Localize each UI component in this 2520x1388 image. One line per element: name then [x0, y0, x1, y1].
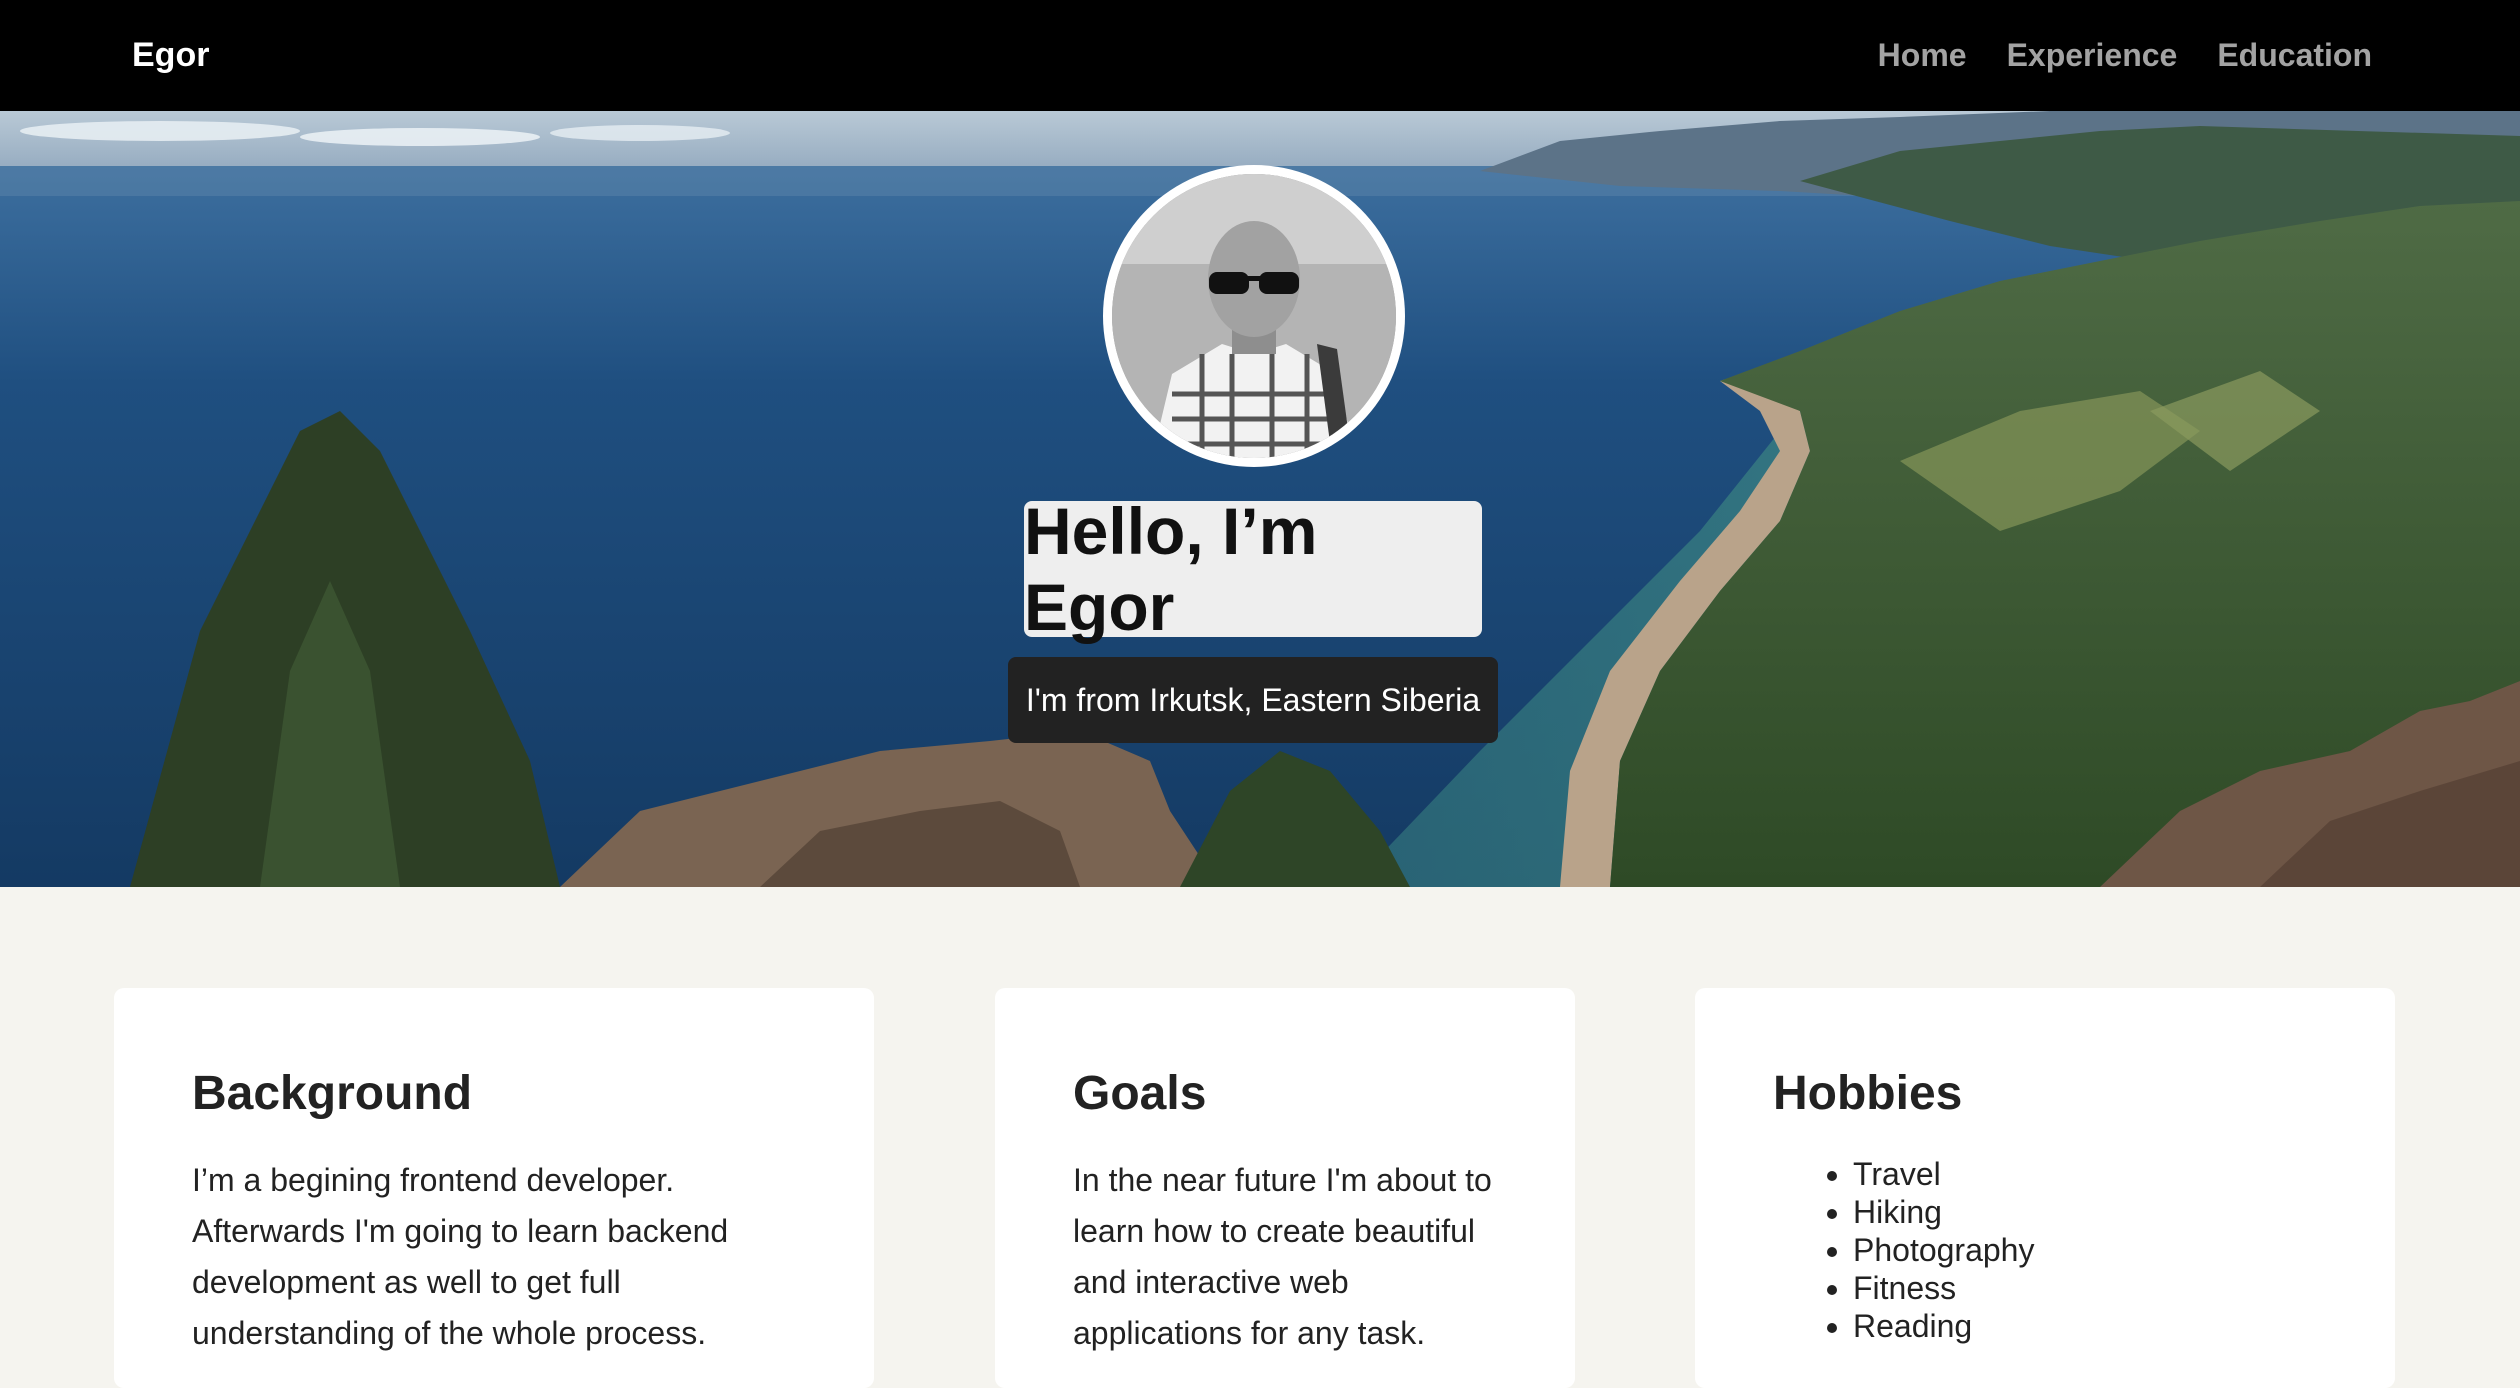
hobby-item: Fitness	[1853, 1269, 2317, 1307]
background-heading: Background	[192, 1067, 473, 1120]
goals-text: In the near future I'm about to learn ho…	[1073, 1162, 1492, 1351]
hero-subtitle: I'm from Irkutsk, Eastern Siberia	[1008, 657, 1498, 743]
nav-link-home[interactable]: Home	[1878, 37, 1967, 74]
hobby-item: Photography	[1853, 1231, 2317, 1269]
navbar: Egor Home Experience Education	[0, 0, 2520, 111]
hobby-item: Reading	[1853, 1307, 2317, 1345]
background-card: Background I’m a begining frontend devel…	[114, 988, 874, 1388]
goals-card: Goals In the near future I'm about to le…	[995, 988, 1575, 1388]
brand-link[interactable]: Egor	[132, 36, 209, 75]
avatar-photo	[1112, 174, 1396, 458]
hobby-item: Hiking	[1853, 1193, 2317, 1231]
nav-links: Home Experience Education	[1878, 37, 2372, 74]
hero-section: Hello, I’m Egor I'm from Irkutsk, Easter…	[0, 111, 2520, 887]
nav-link-education[interactable]: Education	[2217, 37, 2372, 74]
hobbies-heading: Hobbies	[1773, 1067, 1963, 1120]
nav-link-experience[interactable]: Experience	[2007, 37, 2178, 74]
hobbies-card: Hobbies Travel Hiking Photography Fitnes…	[1695, 988, 2395, 1388]
goals-heading: Goals	[1073, 1067, 1207, 1120]
avatar	[1103, 165, 1405, 467]
background-text: I’m a begining frontend developer. After…	[192, 1162, 729, 1351]
hobbies-list: Travel Hiking Photography Fitness Readin…	[1773, 1155, 2317, 1345]
hobby-item: Travel	[1853, 1155, 2317, 1193]
hero-title: Hello, I’m Egor	[1024, 494, 1482, 644]
